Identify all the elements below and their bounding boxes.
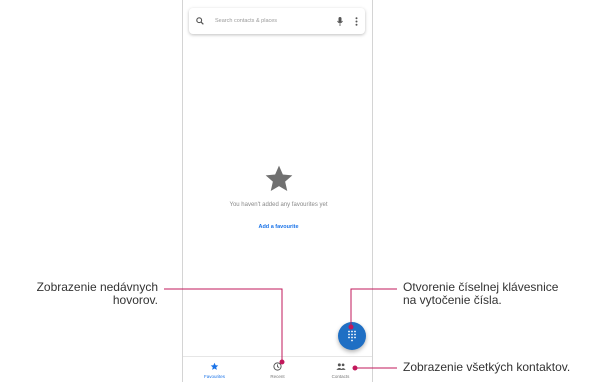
microphone-icon[interactable] <box>335 15 345 27</box>
nav-recent[interactable]: Recent <box>246 357 309 383</box>
nav-favourites[interactable]: Favourites <box>183 357 246 383</box>
nav-recent-label: Recent <box>270 374 285 379</box>
recent-callout-line2: hovorov. <box>112 293 158 307</box>
dialpad-button[interactable] <box>338 322 366 350</box>
nav-contacts-label: Contacts <box>331 374 350 379</box>
dialpad-icon <box>348 330 356 342</box>
star-icon <box>210 361 220 371</box>
phone-screen: Search contacts & places You haven't add… <box>182 0 374 383</box>
nav-contacts[interactable]: Contacts <box>309 357 372 383</box>
empty-favourites-star-icon <box>263 163 295 195</box>
contacts-callout-line1: Zobrazenie všetkých kontaktov. <box>403 360 571 374</box>
contacts-callout: Zobrazenie všetkých kontaktov. <box>403 361 570 374</box>
search-icon <box>195 16 205 26</box>
people-icon <box>335 361 346 371</box>
recent-callout: Zobrazenie nedávnych hovorov. <box>0 281 158 307</box>
bottom-navigation: Favourites Recent Contacts <box>183 356 372 383</box>
dialpad-callout: Otvorenie číselnej klávesnice na vytočen… <box>403 281 558 307</box>
empty-state-message: You haven't added any favourites yet <box>229 202 328 208</box>
dialpad-callout-line2: na vytočenie čísla. <box>403 293 502 307</box>
clock-icon <box>273 361 283 371</box>
search-input[interactable]: Search contacts & places <box>215 18 335 24</box>
add-favourite-link[interactable]: Add a favourite <box>183 224 374 230</box>
nav-favourites-label: Favourites <box>203 374 225 379</box>
search-bar[interactable]: Search contacts & places <box>189 8 365 34</box>
more-options-icon[interactable] <box>353 15 359 27</box>
